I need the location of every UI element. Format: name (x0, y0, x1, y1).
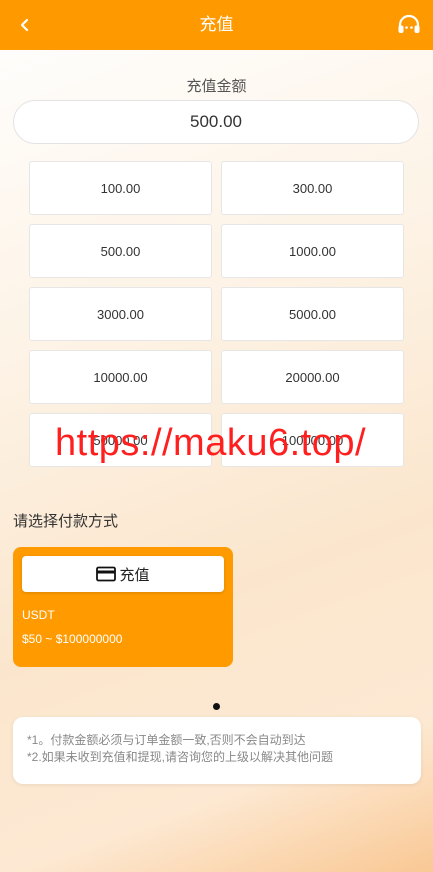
carousel-indicator-dot[interactable] (213, 703, 220, 710)
amount-input[interactable] (13, 100, 419, 144)
customer-service-button[interactable] (393, 10, 425, 40)
preset-amount-button[interactable]: 500.00 (29, 224, 212, 278)
preset-amount-button[interactable]: 5000.00 (221, 287, 404, 341)
watermark-url: https://maku6.top/ (55, 422, 367, 464)
notes-panel: *1。付款金额必须与订单金额一致,否则不会自动到达 *2.如果未收到充值和提现,… (13, 717, 421, 784)
recharge-button-label: 充值 (119, 566, 150, 584)
credit-card-icon (96, 566, 117, 582)
payment-method-range: $50 ~ $100000000 (22, 632, 123, 646)
page-title: 充值 (199, 15, 234, 34)
preset-amount-button[interactable]: 300.00 (221, 161, 404, 215)
preset-amount-button[interactable]: 100.00 (29, 161, 212, 215)
note-line: *2.如果未收到充值和提现,请咨询您的上级以解决其他问题 (27, 750, 334, 764)
payment-method-card[interactable]: 充值 USDT $50 ~ $100000000 (13, 547, 233, 667)
payment-method-name: USDT (22, 608, 55, 622)
amount-label: 充值金额 (186, 78, 247, 95)
payment-method-label: 请选择付款方式 (13, 513, 119, 530)
preset-amount-button[interactable]: 10000.00 (29, 350, 212, 404)
headset-icon (398, 14, 420, 33)
preset-amount-button[interactable]: 3000.00 (29, 287, 212, 341)
recharge-button[interactable]: 充值 (22, 556, 224, 592)
preset-amount-button[interactable]: 1000.00 (221, 224, 404, 278)
note-line: *1。付款金额必须与订单金额一致,否则不会自动到达 (27, 733, 306, 747)
preset-amount-button[interactable]: 20000.00 (221, 350, 404, 404)
top-bar: 充值 (0, 0, 433, 50)
